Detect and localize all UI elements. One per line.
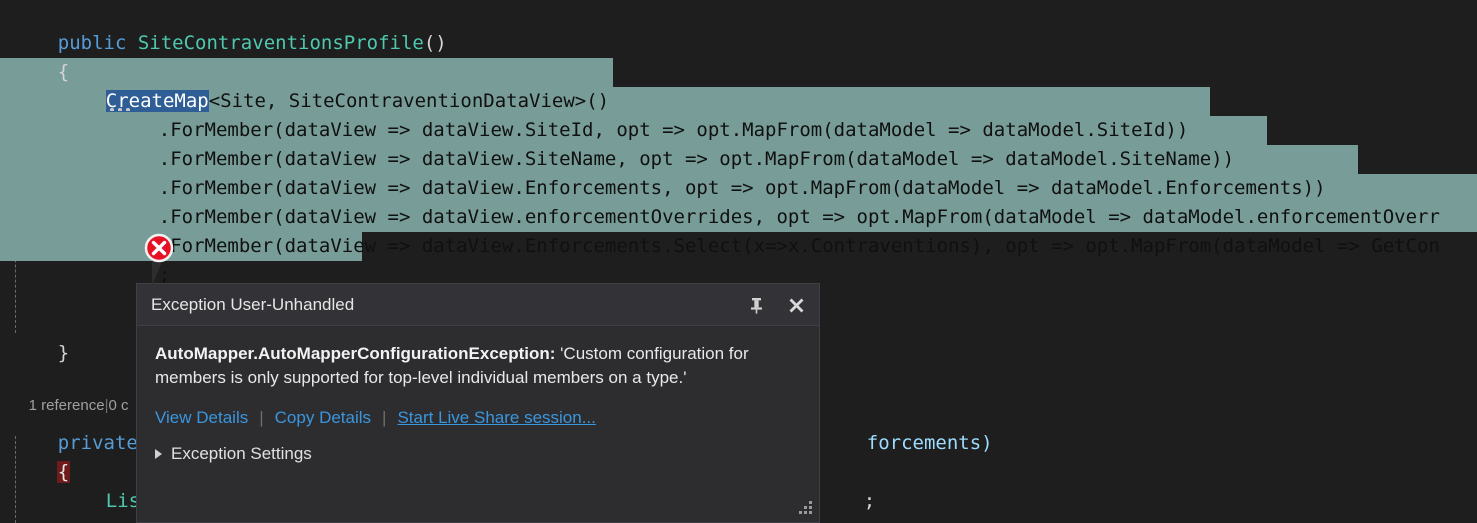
code-line: .ForMember(dataView => dataView.SiteId, … — [113, 87, 1189, 141]
code-line: public SiteContraventionsProfile() — [12, 0, 447, 54]
code-text: forcements) — [866, 432, 993, 454]
link-separator: | — [259, 408, 264, 427]
error-icon[interactable] — [144, 233, 174, 263]
code-line: .ForMember(dataView => dataView.Enforcem… — [113, 145, 1326, 199]
exception-settings-label: Exception Settings — [171, 444, 312, 463]
code-line: .ForMember(dataView => dataView.Enforcem… — [113, 203, 1440, 257]
token-semicolon: ; — [863, 490, 876, 512]
exception-popup[interactable]: Exception User-Unhandled AutoMapper.Auto… — [136, 283, 820, 523]
popup-titlebar[interactable]: Exception User-Unhandled — [137, 284, 819, 326]
token-type-name: SiteContraventionsProfile — [137, 32, 424, 54]
pin-icon[interactable] — [743, 292, 769, 318]
code-line-tail: ; — [818, 458, 875, 512]
exception-settings-toggle[interactable]: Exception Settings — [137, 444, 312, 464]
link-separator: | — [382, 408, 387, 427]
exception-message: AutoMapper.AutoMapperConfigurationExcept… — [155, 342, 795, 390]
start-live-share-link[interactable]: Start Live Share session... — [397, 408, 595, 428]
code-line: .ForMember(dataView => dataView.enforcem… — [113, 174, 1440, 228]
copy-details-link[interactable]: Copy Details — [275, 408, 371, 428]
code-line-tail: forcements) — [821, 400, 993, 454]
popup-body: AutoMapper.AutoMapperConfigurationExcept… — [137, 326, 819, 390]
titlebar-actions — [743, 284, 809, 326]
close-icon[interactable] — [783, 292, 809, 318]
code-line: CreateMap<Site, SiteContraventionDataVie… — [60, 58, 609, 112]
popup-title: Exception User-Unhandled — [151, 294, 355, 314]
code-line: } — [12, 310, 69, 364]
code-text: .ForMember(dataView => dataView.Enforcem… — [158, 235, 1440, 257]
view-details-link[interactable]: View Details — [155, 408, 248, 428]
code-line: { — [11, 429, 71, 483]
resize-grip-icon[interactable] — [797, 500, 813, 516]
chevron-right-icon — [155, 449, 162, 459]
token-brace: } — [57, 342, 70, 364]
token-punctuation: () — [423, 32, 447, 54]
code-line: { — [12, 29, 69, 83]
code-line: .ForMember(dataView => dataView.SiteName… — [113, 116, 1234, 170]
popup-links: View Details | Copy Details | Start Live… — [137, 408, 819, 428]
exception-type: AutoMapper.AutoMapperConfigurationExcept… — [155, 344, 556, 363]
